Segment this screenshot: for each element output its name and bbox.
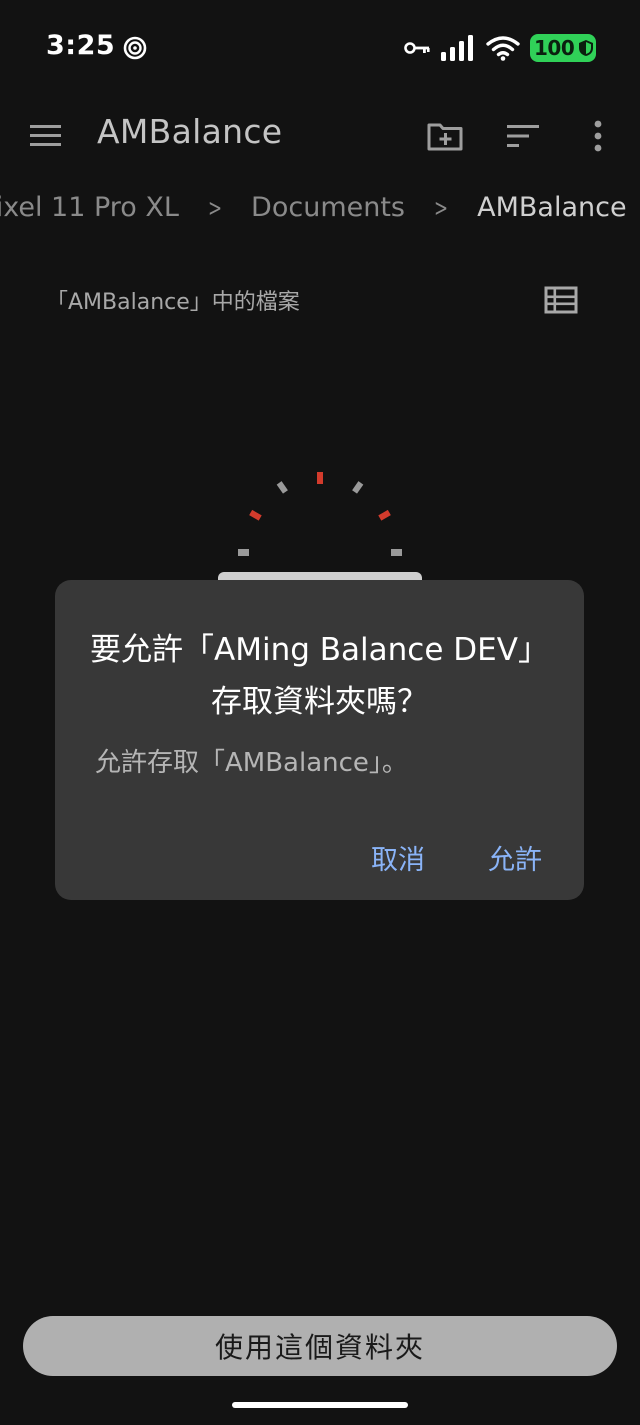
home-indicator[interactable]	[232, 1402, 408, 1408]
list-view-icon[interactable]	[543, 284, 579, 316]
chevron-right-icon: >	[207, 193, 223, 222]
battery-icon: 100	[530, 34, 596, 62]
dialog-title: 要允許「AMing Balance DEV」存取資料夾嗎？	[90, 632, 549, 720]
breadcrumb-item-documents[interactable]: Documents	[251, 192, 405, 223]
allow-button[interactable]: 允許	[488, 838, 542, 877]
breadcrumb-item-device[interactable]: Pixel 11 Pro XL	[0, 192, 179, 223]
vpn-key-icon	[404, 42, 430, 54]
permission-dialog: 要允許「AMing Balance DEV」存取資料夾嗎？ 允許存取「AMBal…	[55, 580, 584, 900]
app-bar: AMBalance	[0, 96, 640, 176]
empty-folder-illustration	[218, 472, 422, 600]
wifi-icon	[486, 36, 520, 61]
more-vert-icon[interactable]	[578, 116, 618, 156]
cancel-button[interactable]: 取消	[371, 838, 425, 877]
battery-level: 100	[534, 36, 575, 60]
screen: 3:25 100 AMBalance xel 11 Pro XL > Docum…	[0, 0, 640, 1425]
menu-icon[interactable]	[28, 118, 64, 154]
section-header: 「AMBalance」中的檔案	[46, 290, 300, 315]
shield-icon	[579, 40, 593, 56]
cellular-signal-icon	[441, 35, 473, 61]
breadcrumb: Pixel 11 Pro XL > Documents > AMBalance	[0, 182, 640, 242]
breadcrumb-track: Pixel 11 Pro XL > Documents > AMBalance	[0, 192, 627, 223]
new-folder-icon[interactable]	[425, 116, 465, 156]
sort-icon[interactable]	[503, 116, 543, 156]
status-time: 3:25	[46, 30, 116, 61]
breadcrumb-item-current[interactable]: AMBalance	[477, 192, 626, 223]
focus-swirl-icon	[123, 36, 147, 60]
page-title: AMBalance	[97, 112, 283, 151]
status-bar: 3:25 100	[0, 0, 640, 96]
dialog-message: 允許存取「AMBalance」。	[95, 748, 408, 778]
use-this-folder-button[interactable]: 使用這個資料夾	[23, 1316, 617, 1376]
status-icons: 100	[404, 33, 596, 63]
chevron-right-icon: >	[434, 193, 449, 222]
